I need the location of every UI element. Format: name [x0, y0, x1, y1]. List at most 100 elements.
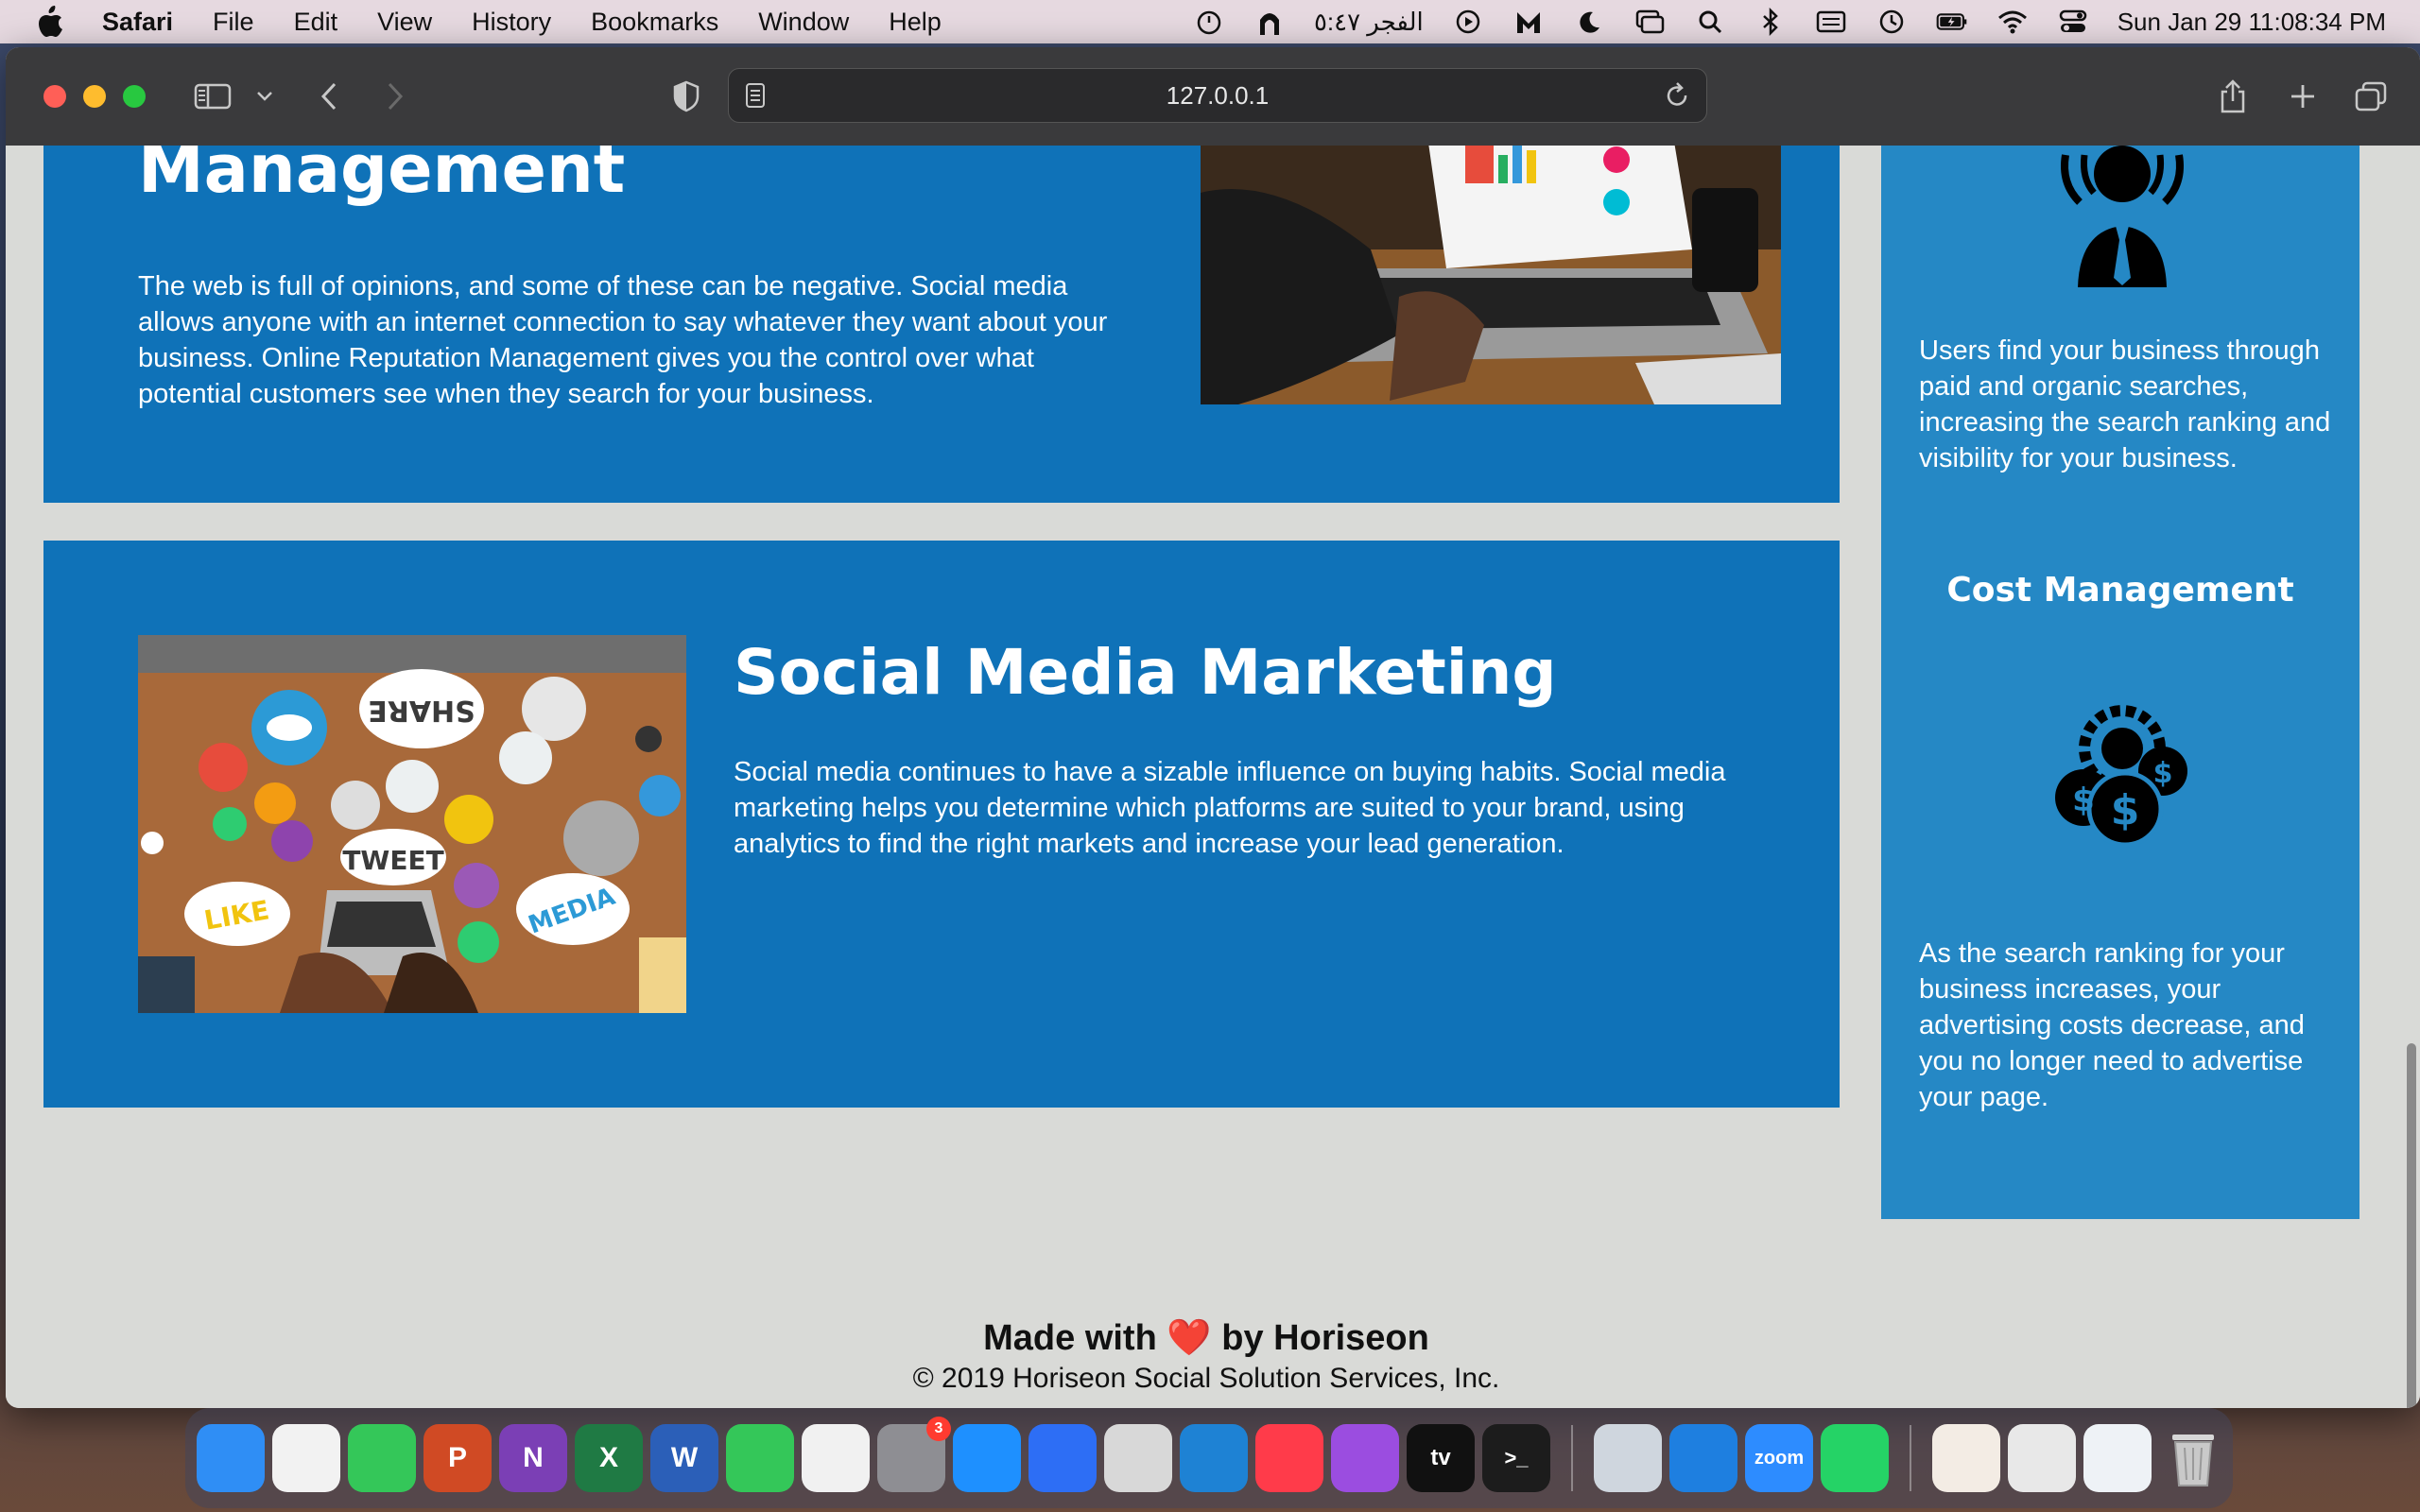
page-footer: Made with ❤️ by Horiseon © 2019 Horiseon… [6, 1317, 2407, 1395]
dock-finder-icon[interactable] [197, 1424, 265, 1492]
dock-safari-icon[interactable] [953, 1424, 1021, 1492]
svg-text:$: $ [2072, 782, 2095, 819]
dock-system-settings-icon[interactable]: 3 [877, 1417, 951, 1492]
dock-messages-icon[interactable] [726, 1424, 794, 1492]
menu-view[interactable]: View [377, 8, 432, 37]
dock-terminal-icon[interactable]: >_ [1482, 1424, 1550, 1492]
menu-file[interactable]: File [213, 8, 254, 37]
dock-facetime-icon[interactable] [348, 1424, 416, 1492]
tab-overview-icon[interactable] [2350, 74, 2392, 119]
fullscreen-window-button[interactable] [123, 85, 146, 108]
dock-glyph: >_ [1504, 1446, 1529, 1469]
copyright-text: © 2019 Horiseon Social Solution Services… [912, 1363, 1500, 1394]
safari-window: 127.0.0.1 Management The web is full of … [6, 47, 2420, 1408]
window-controls [43, 85, 146, 108]
heart-icon: ❤️ [1167, 1318, 1212, 1358]
svg-text:TWEET: TWEET [342, 845, 443, 876]
menu-edit[interactable]: Edit [294, 8, 338, 37]
bluetooth-icon[interactable] [1754, 6, 1787, 38]
made-with-love-line: Made with ❤️ by Horiseon [6, 1317, 2407, 1359]
dock-app-group-secondary: zoom [1594, 1424, 1889, 1492]
dock-quicktime-icon[interactable] [1104, 1424, 1172, 1492]
forward-arrow-icon[interactable] [376, 74, 414, 119]
dock-word-icon[interactable]: W [650, 1424, 718, 1492]
address-bar[interactable]: 127.0.0.1 [728, 68, 1707, 123]
dock-chrome-icon[interactable] [802, 1424, 870, 1492]
reload-icon[interactable] [1663, 80, 1691, 117]
apple-menu-icon[interactable] [36, 6, 68, 38]
dock-glyph: P [447, 1442, 467, 1473]
dock-excel-icon[interactable]: X [575, 1424, 643, 1492]
lightbulb-person-icon [2051, 146, 2193, 301]
menu-app-safari[interactable]: Safari [102, 8, 173, 37]
clock-text[interactable]: Sun Jan 29 11:08:34 PM [2118, 8, 2386, 37]
dock-document-thumbnail[interactable] [2083, 1424, 2152, 1492]
svg-text:$: $ [2153, 757, 2173, 790]
dock-pencil-icon[interactable] [1028, 1424, 1097, 1492]
privacy-shield-icon[interactable] [667, 74, 705, 119]
dock-reminders-icon[interactable] [272, 1424, 340, 1492]
new-tab-plus-icon[interactable] [2284, 74, 2322, 119]
close-window-button[interactable] [43, 85, 66, 108]
menu-window[interactable]: Window [758, 8, 849, 37]
dock-podcasts-icon[interactable] [1331, 1424, 1399, 1492]
moon-icon[interactable] [1573, 6, 1605, 38]
benefits-sidebar: Users find your business through paid an… [1881, 146, 2360, 1219]
mosque-icon[interactable] [1253, 6, 1286, 38]
social-media-marketing-section: SHARE TWEET MEDIA LIKE Social Media Mark… [43, 541, 1840, 1108]
prayer-time-text[interactable]: الفجر ٥:٤٧ [1314, 8, 1424, 37]
sidebar-toggle-icon[interactable] [189, 74, 236, 119]
browser-toolbar: 127.0.0.1 [6, 47, 2420, 146]
dock-app-group: P N X W 3 tv >_ [197, 1417, 1550, 1492]
dock-separator [1571, 1425, 1573, 1491]
chevron-down-icon[interactable] [250, 74, 280, 119]
minimize-window-button[interactable] [83, 85, 106, 108]
cost-management-money-icon: $ $ $ [2049, 703, 2195, 853]
dock-glyph: W [670, 1442, 699, 1473]
dock-document-thumbnail[interactable] [1932, 1424, 2000, 1492]
screen-mirroring-icon[interactable] [1634, 6, 1666, 38]
wifi-icon[interactable] [1996, 6, 2029, 38]
benefit-description: Users find your business through paid an… [1919, 335, 2331, 473]
social-media-table-image: SHARE TWEET MEDIA LIKE [138, 635, 686, 1013]
play-icon[interactable] [1452, 6, 1484, 38]
dock-powerpoint-icon[interactable]: P [424, 1424, 492, 1492]
url-text[interactable]: 127.0.0.1 [1167, 81, 1269, 111]
control-center-icon[interactable] [2057, 6, 2089, 38]
timer-icon[interactable] [1193, 6, 1225, 38]
benefit-description: As the search ranking for your business … [1919, 938, 2305, 1112]
dock-whatsapp-icon[interactable] [1821, 1424, 1889, 1492]
m-app-icon[interactable] [1512, 6, 1545, 38]
search-icon[interactable] [1694, 6, 1726, 38]
keyboard-icon[interactable] [1815, 6, 1847, 38]
made-with-text: Made with [983, 1318, 1157, 1358]
by-horiseon-text: by Horiseon [1221, 1318, 1429, 1358]
dock-glyph: tv [1430, 1445, 1451, 1470]
dock-news-icon[interactable] [1255, 1424, 1323, 1492]
menu-bar: Safari File Edit View History Bookmarks … [0, 0, 2420, 43]
dock-vs-code-icon[interactable] [1180, 1424, 1248, 1492]
section-heading: Social Media Marketing [734, 636, 1557, 709]
menu-history[interactable]: History [472, 8, 551, 37]
battery-icon[interactable] [1936, 6, 1968, 38]
menu-bookmarks[interactable]: Bookmarks [591, 8, 718, 37]
dock-apple-tv-icon[interactable]: tv [1407, 1424, 1475, 1492]
dock-glyph: N [523, 1442, 544, 1473]
share-icon[interactable] [2214, 74, 2252, 119]
dock-preview-icon[interactable] [1594, 1424, 1662, 1492]
reader-page-icon[interactable] [744, 81, 767, 116]
dock-onedrive-icon[interactable] [1669, 1424, 1737, 1492]
trash-icon[interactable] [2159, 1424, 2227, 1492]
dock: P N X W 3 tv >_ zoom [185, 1408, 2233, 1508]
back-arrow-icon[interactable] [310, 74, 348, 119]
page-scrollbar[interactable] [2407, 1043, 2416, 1408]
dock-zoom-icon[interactable]: zoom [1745, 1424, 1813, 1492]
menu-help[interactable]: Help [889, 8, 942, 37]
time-machine-icon[interactable] [1876, 6, 1908, 38]
svg-text:$: $ [2111, 786, 2140, 834]
dock-document-thumbnail[interactable] [2008, 1424, 2076, 1492]
section-paragraph: Social media continues to have a sizable… [734, 757, 1726, 859]
status-area: الفجر ٥:٤٧ Sun Jan 29 11:08:34 PM [1193, 0, 2386, 43]
dock-onenote-icon[interactable]: N [499, 1424, 567, 1492]
notification-badge: 3 [926, 1417, 951, 1441]
